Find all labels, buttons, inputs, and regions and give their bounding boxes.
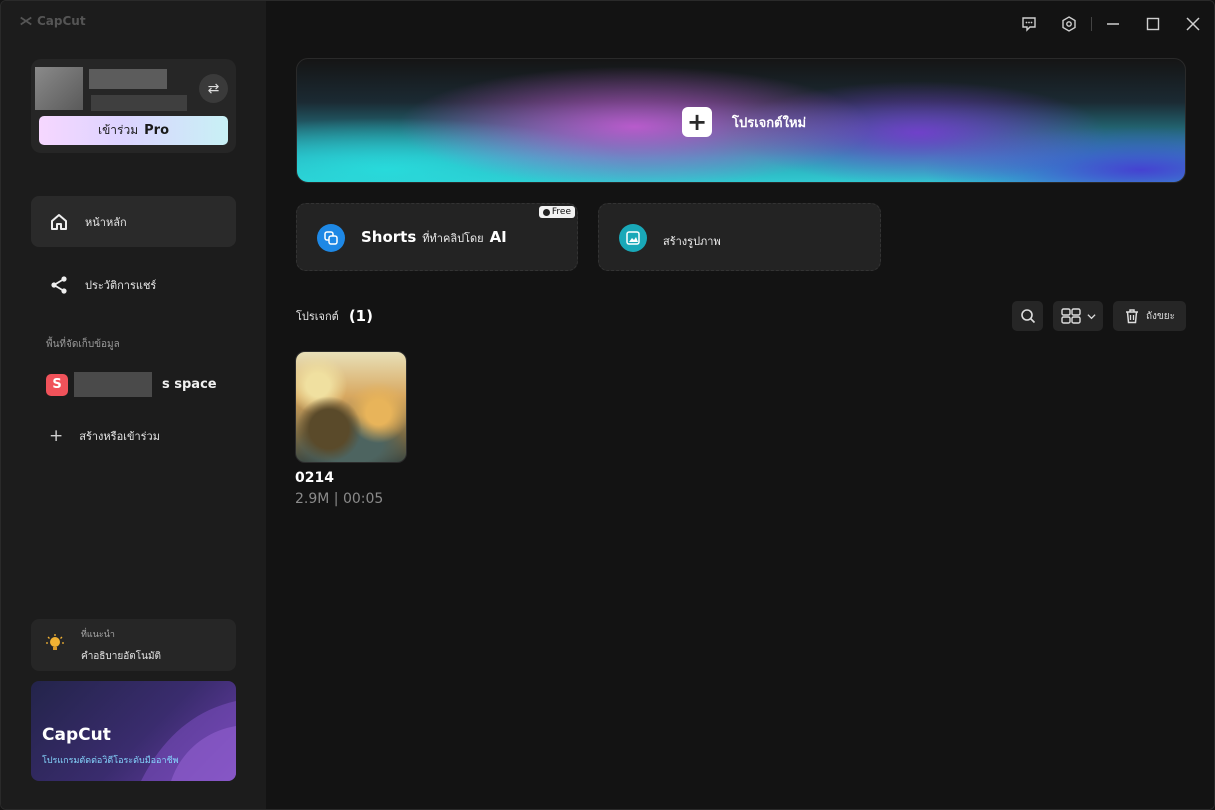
shorts-title: Shorts — [361, 228, 417, 246]
space-name-redacted — [74, 372, 152, 397]
nav-item-share-history[interactable]: ประวัติการแชร์ — [31, 259, 236, 310]
shorts-glyph-icon — [324, 231, 338, 245]
tip-text: คำอธิบายอัตโนมัติ — [81, 651, 162, 662]
pro-word: Pro — [144, 123, 169, 138]
nav-label-share-history: ประวัติการแชร์ — [85, 278, 157, 292]
space-name: s space — [162, 377, 217, 392]
share-icon — [51, 275, 67, 294]
tip-title: ที่แนะนำ — [81, 630, 115, 640]
shorts-ai-icon — [317, 224, 345, 252]
trash-button[interactable]: ถังขยะ — [1113, 301, 1186, 331]
titlebar-divider — [1091, 17, 1092, 31]
swap-icon: ⇄ — [207, 80, 220, 97]
create-image-label: สร้างรูปภาพ — [663, 232, 721, 250]
feedback-icon — [1022, 17, 1036, 32]
minimize-icon — [1107, 23, 1119, 25]
plus-icon: + — [682, 107, 712, 137]
shorts-suffix: AI — [489, 228, 507, 246]
join-pro-button[interactable]: เข้าร่วม Pro — [39, 116, 228, 145]
settings-icon — [1062, 16, 1076, 32]
image-icon — [619, 224, 647, 252]
close-button[interactable] — [1182, 13, 1204, 35]
projects-header: โปรเจกต์ (1) — [296, 307, 373, 325]
space-item[interactable]: S s space — [46, 372, 217, 397]
create-image-card[interactable]: สร้างรูปภาพ — [598, 203, 881, 271]
sidebar: CapCut ⇄ เข้าร่วม Pro หน้าหลัก ประวัติกา… — [1, 1, 266, 809]
storage-section-label: พื้นที่จัดเก็บข้อมูล — [46, 339, 120, 350]
app-brand: CapCut — [19, 14, 86, 28]
view-mode-dropdown[interactable] — [1053, 301, 1103, 331]
search-icon — [1020, 309, 1035, 324]
maximize-icon — [1146, 17, 1160, 31]
promo-title: CapCut — [42, 725, 111, 745]
home-icon — [51, 213, 67, 230]
chevron-down-icon — [1086, 313, 1096, 319]
create-image-text: สร้างรูปภาพ — [663, 235, 721, 248]
trash-label: ถังขยะ — [1145, 310, 1175, 322]
new-project-content: + โปรเจกต์ใหม่ — [682, 107, 806, 137]
free-badge: Free — [538, 206, 575, 218]
nav-item-home[interactable]: หน้าหลัก — [31, 196, 236, 247]
promo-subtitle: โปรแกรมตัดต่อวิดีโอระดับมืออาชีพ — [42, 756, 179, 766]
avatar[interactable] — [35, 67, 83, 110]
main-panel: + โปรเจกต์ใหม่ Shorts ที่ทำคลิปโดย AI Fr… — [266, 1, 1214, 809]
account-card: ⇄ เข้าร่วม Pro — [31, 59, 236, 153]
project-name[interactable]: 0214 — [295, 470, 334, 486]
settings-button[interactable] — [1058, 13, 1080, 35]
capcut-logo-icon — [20, 16, 32, 26]
shorts-subtitle: ที่ทำคลิปโดย — [422, 232, 484, 245]
new-project-label: โปรเจกต์ใหม่ — [732, 115, 807, 131]
app-window: CapCut ⇄ เข้าร่วม Pro หน้าหลัก ประวัติกา… — [0, 0, 1215, 810]
space-badge: S — [46, 373, 68, 396]
new-project-banner[interactable]: + โปรเจกต์ใหม่ — [296, 58, 1186, 183]
shorts-ai-label: Shorts ที่ทำคลิปโดย AI — [361, 228, 507, 247]
project-thumbnail[interactable] — [295, 351, 407, 463]
feedback-button[interactable] — [1018, 13, 1040, 35]
tip-card[interactable]: ที่แนะนำ คำอธิบายอัตโนมัติ — [31, 619, 236, 671]
create-or-join-button[interactable]: + สร้างหรือเข้าร่วม — [49, 426, 160, 446]
account-name-redacted — [89, 69, 167, 89]
pro-prefix: เข้าร่วม — [97, 123, 139, 137]
projects-label: โปรเจกต์ — [296, 310, 339, 323]
free-badge-icon — [542, 208, 550, 216]
trash-icon — [1125, 309, 1138, 324]
project-meta: 2.9M | 00:05 — [295, 491, 384, 507]
switch-account-button[interactable]: ⇄ — [199, 74, 228, 103]
close-icon — [1186, 17, 1200, 31]
promo-banner[interactable]: CapCut โปรแกรมตัดต่อวิดีโอระดับมืออาชีพ — [31, 681, 236, 781]
search-button[interactable] — [1012, 301, 1043, 331]
shorts-ai-card[interactable]: Shorts ที่ทำคลิปโดย AI Free — [296, 203, 578, 271]
minimize-button[interactable] — [1102, 13, 1124, 35]
lightbulb-icon — [46, 634, 64, 650]
create-or-join-label: สร้างหรือเข้าร่วม — [79, 430, 160, 443]
plus-icon: + — [49, 426, 64, 446]
image-glyph-icon — [626, 231, 640, 245]
account-id-redacted — [91, 95, 187, 111]
projects-count: (1) — [348, 307, 373, 325]
grid-view-icon — [1060, 308, 1081, 324]
app-title: CapCut — [37, 14, 86, 28]
free-badge-label: Free — [551, 207, 571, 217]
nav-label-home: หน้าหลัก — [85, 215, 127, 229]
maximize-button[interactable] — [1142, 13, 1164, 35]
